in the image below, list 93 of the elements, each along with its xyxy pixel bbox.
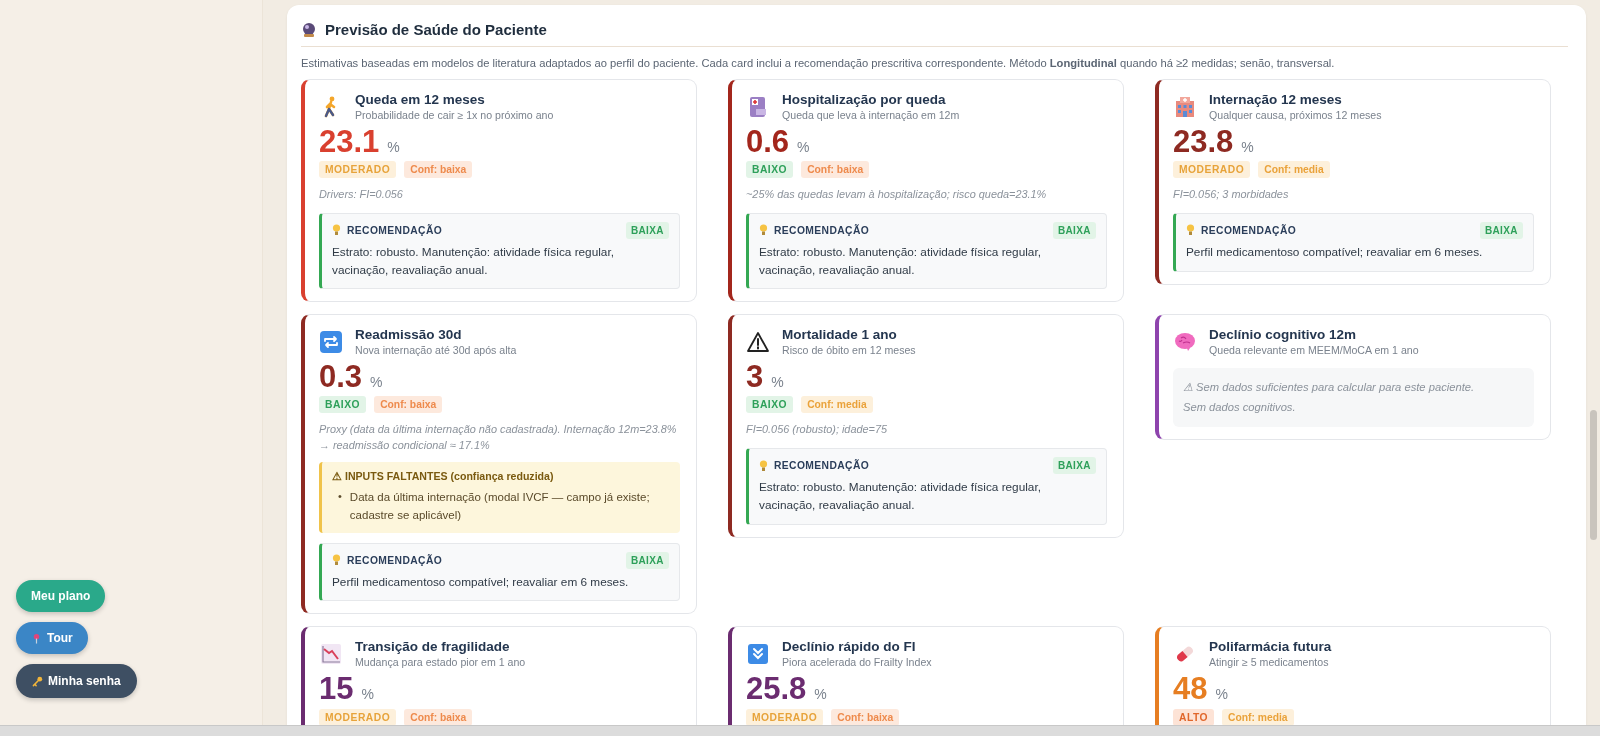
risk-level-badge: MODERADO xyxy=(746,708,824,726)
recommendation-label: RECOMENDAÇÃO xyxy=(774,460,871,472)
confidence-badge: Conf: baixa xyxy=(374,396,443,414)
scrollbar-thumb[interactable] xyxy=(1590,410,1597,540)
lightbulb-icon xyxy=(1186,224,1195,237)
card-subtitle: Nova internação até 30d após alta xyxy=(355,344,517,357)
risk-value: 23.1 xyxy=(319,125,380,160)
card-subtitle: Piora acelerada do Frailty Index xyxy=(782,656,932,669)
percent-unit: % xyxy=(361,686,374,703)
lightbulb-icon xyxy=(759,459,768,472)
risk-value: 25.8 xyxy=(746,672,807,707)
calculation-note: FI=0.056 (robusto); idade=75 xyxy=(746,422,889,438)
confidence-badge: Conf: baixa xyxy=(831,708,900,726)
risk-value: 0.6 xyxy=(746,125,790,160)
risk-level-badge: ALTO xyxy=(1173,708,1215,726)
missing-input-item: Data da última internação (modal IVCF — campo já existe; cadastre se aplicável) xyxy=(349,490,651,524)
card-title: Queda em 12 meses xyxy=(355,92,486,107)
priority-badge: BAIXA xyxy=(625,221,669,239)
priority-badge: BAIXA xyxy=(625,551,669,569)
confidence-badge: Conf: baixa xyxy=(801,161,870,179)
recommendation-text: Estrato: robusto. Manutenção: atividade física regular, vacinação, reavaliação anual. xyxy=(759,479,1042,514)
risk-level-badge: BAIXO xyxy=(746,161,794,179)
card-subtitle: Probabilidade de cair ≥ 1x no próximo ano xyxy=(355,109,554,121)
recommendation-text: Estrato: robusto. Manutenção: atividade física regular, vacinação, reavaliação anual. xyxy=(759,243,1042,279)
recommendation-label: RECOMENDAÇÃO xyxy=(774,224,871,236)
risk-level-badge: BAIXO xyxy=(746,396,794,414)
percent-unit: % xyxy=(370,374,383,391)
no-data-message: Sem dados cognitivos. xyxy=(1183,400,1297,416)
card-subtitle: Mudança para estado pior em 1 ano xyxy=(355,656,526,669)
percent-unit: % xyxy=(771,374,784,391)
floating-button[interactable]: Tour xyxy=(16,622,88,654)
risk-value: 48 xyxy=(1173,672,1208,707)
card-title: Hospitalização por queda xyxy=(782,92,947,107)
card-title: Declínio rápido do FI xyxy=(782,639,917,655)
card-title: Mortalidade 1 ano xyxy=(782,327,898,343)
bullet-mark: • xyxy=(338,489,342,504)
calculation-note: Proxy (data da última internação não cadastrada). Internação 12m=23.8% → readmissão condicional ≈ 17.1% xyxy=(319,422,678,454)
percent-unit: % xyxy=(1215,686,1228,703)
lightbulb-icon xyxy=(759,224,768,237)
percent-unit: % xyxy=(797,139,810,155)
hospital-building-icon xyxy=(1173,95,1197,119)
card-title: Transição de fragilidade xyxy=(355,639,511,655)
card-title: Polifarmácia futura xyxy=(1209,639,1332,655)
recommendation-text: Perfil medicamentoso compatível; reavaliar em 6 meses. xyxy=(332,573,630,591)
calculation-note: FI=0.056; 3 morbidades xyxy=(1173,187,1290,203)
priority-badge: BAIXA xyxy=(1479,221,1523,239)
missing-inputs-title: ⚠ INPUTS FALTANTES (confiança reduzida) xyxy=(332,470,555,482)
lightbulb-icon xyxy=(332,224,341,237)
card-title: Internação 12 meses xyxy=(1209,92,1343,107)
floating-button[interactable]: Minha senha xyxy=(16,664,137,698)
recommendation-text: Estrato: robusto. Manutenção: atividade física regular, vacinação, reavaliação anual. xyxy=(332,243,615,279)
confidence-badge: Conf: media xyxy=(801,396,873,414)
card-subtitle: Queda relevante em MEEM/MoCA em 1 ano xyxy=(1209,344,1419,357)
priority-badge: BAIXA xyxy=(1052,221,1096,239)
recommendation-label: RECOMENDAÇÃO xyxy=(347,224,444,236)
recommendation-label: RECOMENDAÇÃO xyxy=(1201,224,1298,236)
priority-badge: BAIXA xyxy=(1052,457,1096,475)
card-subtitle: Queda que leva à internação em 12m xyxy=(782,109,960,121)
card-title: Readmissão 30d xyxy=(355,327,463,343)
lightbulb-icon xyxy=(332,554,341,567)
risk-value: 0.3 xyxy=(319,360,363,395)
key-icon xyxy=(32,675,43,687)
warning-icon xyxy=(746,330,770,355)
risk-value: 15 xyxy=(319,672,354,707)
risk-value: 3 xyxy=(746,360,764,395)
card-title: Declínio cognitivo 12m xyxy=(1209,327,1358,343)
floating-button[interactable]: Meu plano xyxy=(16,580,106,612)
recommendation-text: Perfil medicamentoso compatível; reavaliar em 6 meses. xyxy=(1186,243,1484,261)
calculation-note: Drivers: FI=0.056 xyxy=(319,187,404,203)
calculation-note: ~25% das quedas levam à hospitalização; risco queda=23.1% xyxy=(746,187,1048,203)
panel-description: Estimativas baseadas em modelos de literatura adaptados ao perfil do paciente. Cada card inclui a recomendação prescritiva correspondente. Método Longitudinal quando há ≥2 medidas; senão, transversal. xyxy=(301,57,1336,69)
recommendation-label: RECOMENDAÇÃO xyxy=(347,554,444,566)
panel-title: Previsão de Saúde do Paciente xyxy=(325,21,547,38)
confidence-badge: Conf: baixa xyxy=(404,161,473,179)
risk-level-badge: BAIXO xyxy=(319,396,367,414)
repeat-icon xyxy=(319,330,343,355)
risk-level-badge: MODERADO xyxy=(319,708,397,726)
card-subtitle: Risco de óbito em 12 meses xyxy=(782,344,916,357)
risk-value: 23.8 xyxy=(1173,125,1234,160)
risk-level-badge: MODERADO xyxy=(1173,161,1251,179)
risk-level-badge: MODERADO xyxy=(319,161,397,179)
percent-unit: % xyxy=(387,139,400,155)
pin-icon xyxy=(31,632,42,644)
card-subtitle: Atingir ≥ 5 medicamentos xyxy=(1209,656,1330,669)
no-data-message: ⚠ Sem dados suficientes para calcular para este paciente. xyxy=(1183,380,1476,396)
confidence-badge: Conf: media xyxy=(1258,161,1330,179)
card-subtitle: Qualquer causa, próximos 12 meses xyxy=(1209,109,1382,121)
crystal-ball-icon xyxy=(301,21,317,38)
confidence-badge: Conf: baixa xyxy=(404,708,473,726)
percent-unit: % xyxy=(814,686,827,703)
confidence-badge: Conf: media xyxy=(1222,708,1294,726)
falling-chart-icon xyxy=(319,642,343,667)
percent-unit: % xyxy=(1241,139,1254,155)
